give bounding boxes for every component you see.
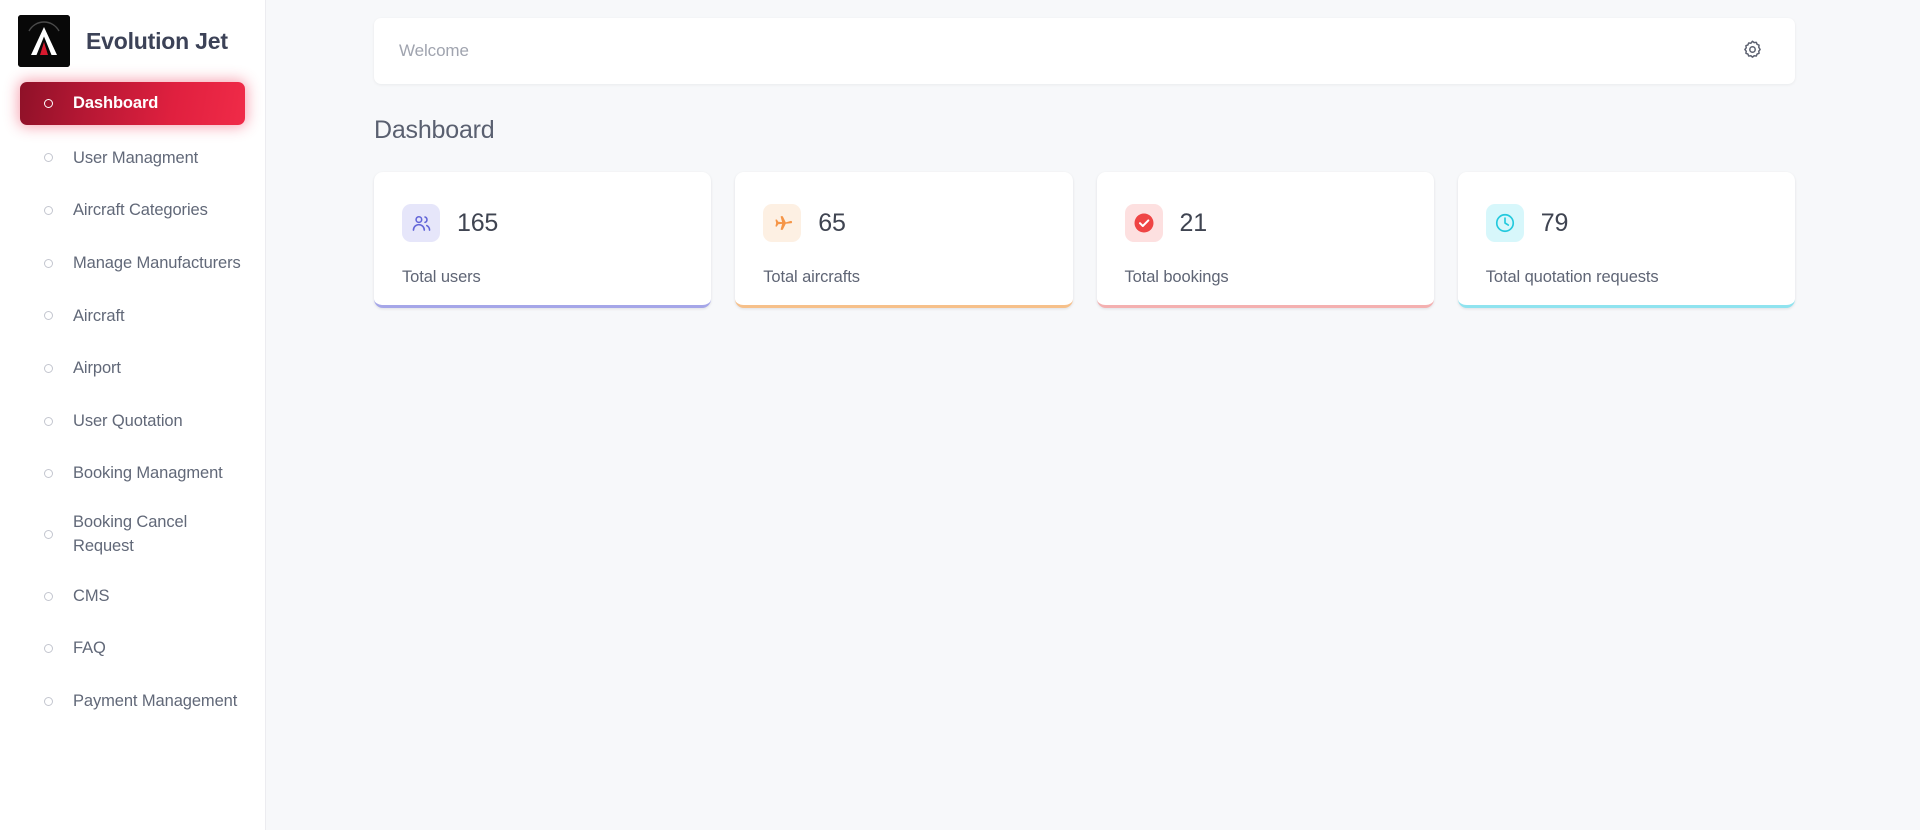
- circle-bullet-icon: [44, 644, 53, 654]
- stat-card-label: Total users: [402, 268, 481, 286]
- sidebar-item-aircraft[interactable]: Aircraft: [20, 295, 245, 338]
- settings-button[interactable]: [1735, 34, 1769, 68]
- circle-bullet-icon: [44, 416, 53, 426]
- stat-card-value: 165: [457, 208, 499, 237]
- stat-card-value: 21: [1179, 208, 1208, 237]
- stat-card-total-quotation-requests[interactable]: 79 Total quotation requests: [1457, 172, 1795, 308]
- sidebar-item-label: User Quotation: [73, 411, 183, 430]
- airplane-icon: [763, 204, 802, 242]
- check-circle-icon: [1124, 204, 1163, 242]
- sidebar-item-label: Manage Manufacturers: [73, 253, 241, 272]
- circle-bullet-icon: [44, 530, 53, 540]
- sidebar-item-faq[interactable]: FAQ: [20, 627, 245, 670]
- welcome-text: Welcome: [399, 41, 469, 60]
- admin-dashboard-page: Evolution Jet Dashboard User Managment A…: [0, 0, 1920, 830]
- sidebar-item-airport[interactable]: Airport: [20, 347, 245, 390]
- sidebar-item-label: User Managment: [73, 148, 199, 167]
- sidebar-item-label: Aircraft Categories: [73, 201, 208, 220]
- sidebar-item-user-quotation[interactable]: User Quotation: [20, 400, 245, 443]
- circle-bullet-icon: [44, 98, 53, 108]
- sidebar-item-manage-manufacturers[interactable]: Manage Manufacturers: [20, 242, 245, 285]
- stat-card-total-users[interactable]: 165 Total users: [374, 172, 712, 308]
- stat-card-total-aircrafts[interactable]: 65 Total aircrafts: [735, 172, 1073, 308]
- circle-bullet-icon: [44, 258, 53, 268]
- circle-bullet-icon: [44, 153, 53, 163]
- sidebar-item-label: FAQ: [73, 639, 106, 658]
- circle-bullet-icon: [44, 696, 53, 706]
- stat-card-value: 79: [1540, 208, 1569, 237]
- page-title: Dashboard: [374, 116, 495, 144]
- users-icon: [402, 204, 440, 242]
- sidebar-item-booking-cancel-request[interactable]: Booking Cancel Request: [20, 505, 245, 565]
- stat-cards: 165 Total users 65 Total aircrafts 21 To…: [374, 172, 1795, 308]
- sidebar-item-payment-management[interactable]: Payment Management: [20, 680, 245, 723]
- sidebar-item-dashboard[interactable]: Dashboard: [20, 82, 245, 125]
- sidebar: Evolution Jet Dashboard User Managment A…: [0, 0, 266, 830]
- sidebar-item-label: Dashboard: [73, 94, 159, 112]
- gear-icon: [1742, 39, 1763, 63]
- stat-card-value: 65: [818, 208, 846, 237]
- stat-card-label: Total aircrafts: [763, 268, 860, 286]
- evolution-jet-logo-icon: [18, 15, 70, 67]
- main-content: Welcome Dashboard 165 Total users 65 Tot…: [266, 0, 1920, 830]
- stat-card-label: Total quotation requests: [1485, 268, 1659, 286]
- stat-card-header: 21: [1124, 204, 1406, 242]
- sidebar-item-user-managment[interactable]: User Managment: [20, 137, 245, 180]
- sidebar-item-label: Booking Cancel Request: [73, 513, 188, 555]
- sidebar-item-label: Booking Managment: [73, 464, 223, 483]
- sidebar-item-label: Airport: [73, 359, 121, 378]
- stat-card-label: Total bookings: [1124, 268, 1229, 286]
- circle-bullet-icon: [44, 363, 53, 373]
- circle-bullet-icon: [44, 591, 53, 601]
- circle-bullet-icon: [44, 469, 53, 479]
- topbar: Welcome: [374, 18, 1795, 84]
- brand-name: Evolution Jet: [86, 27, 228, 54]
- sidebar-item-label: Aircraft: [73, 306, 125, 325]
- clock-icon: [1485, 204, 1524, 242]
- sidebar-item-cms[interactable]: CMS: [20, 575, 245, 618]
- stat-card-header: 79: [1485, 204, 1767, 242]
- sidebar-item-booking-managment[interactable]: Booking Managment: [20, 452, 245, 495]
- circle-bullet-icon: [44, 311, 53, 321]
- brand-header: Evolution Jet: [0, 0, 265, 72]
- stat-card-header: 165: [402, 204, 683, 242]
- stat-card-header: 65: [763, 204, 1044, 242]
- sidebar-item-aircraft-categories[interactable]: Aircraft Categories: [20, 189, 245, 232]
- sidebar-nav: Dashboard User Managment Aircraft Catego…: [0, 82, 265, 723]
- sidebar-item-label: CMS: [73, 586, 110, 605]
- circle-bullet-icon: [44, 206, 53, 216]
- sidebar-item-label: Payment Management: [73, 692, 238, 711]
- stat-card-total-bookings[interactable]: 21 Total bookings: [1096, 172, 1434, 308]
